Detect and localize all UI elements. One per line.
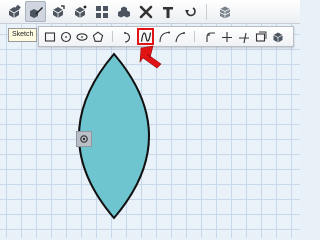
material-button[interactable] [214, 1, 235, 22]
offset-icon [255, 31, 266, 42]
project-tool[interactable] [270, 29, 285, 44]
trim-icon [221, 31, 232, 42]
rectangle-icon [44, 31, 55, 42]
text-t-icon [162, 6, 173, 18]
cube-with-gem-icon [8, 4, 21, 18]
construct-button[interactable] [47, 1, 68, 22]
combine-button[interactable] [135, 1, 156, 22]
spline-icon [140, 31, 151, 42]
ellipse-tool[interactable] [74, 29, 89, 44]
polygon-tool[interactable] [90, 29, 105, 44]
polygon-icon [92, 31, 103, 42]
hook-arrow-icon [184, 6, 196, 16]
arc-icon [123, 31, 130, 43]
toolbar-separator [112, 31, 113, 42]
rectangle-tool[interactable] [42, 29, 57, 44]
extend-icon [238, 32, 249, 43]
open-arc-icon [174, 31, 185, 42]
curve-tool[interactable] [156, 29, 171, 44]
group-button[interactable] [113, 1, 134, 22]
cube-grid-icon [95, 5, 108, 18]
text-button[interactable] [157, 1, 178, 22]
offset-tool[interactable] [253, 29, 268, 44]
measure-button[interactable] [179, 1, 200, 22]
stacked-cube-icon [219, 6, 230, 18]
circle-tool[interactable] [58, 29, 73, 44]
pattern-button[interactable] [91, 1, 112, 22]
extend-tool[interactable] [236, 29, 251, 44]
sketch-toolbar [38, 26, 294, 47]
fillet-icon [205, 31, 215, 42]
toolbar-separator [206, 3, 207, 20]
toolbar-separator [194, 31, 195, 42]
sketch-tooltip: Sketch [8, 28, 38, 42]
curve-icon [158, 31, 170, 42]
open-arc-tool[interactable] [172, 29, 187, 44]
cube-sparkle-icon [74, 5, 86, 18]
fillet-tool[interactable] [202, 29, 217, 44]
modify-button[interactable] [69, 1, 90, 22]
ellipse-icon [75, 32, 88, 41]
trim-tool[interactable] [219, 29, 234, 44]
cubes-icon [117, 6, 130, 17]
smart-primitives-button[interactable] [3, 1, 24, 22]
circle-icon [60, 31, 71, 42]
sketch-button[interactable] [25, 1, 46, 22]
cross-icon [139, 5, 152, 18]
pencil-cube-icon [29, 6, 43, 18]
project-icon [272, 32, 283, 42]
arc-tool[interactable] [120, 29, 135, 44]
main-toolbar [0, 0, 300, 24]
cube-arrow-icon [52, 4, 65, 18]
move-gizmo-icon[interactable] [76, 131, 92, 147]
spline-tool[interactable] [137, 28, 154, 45]
